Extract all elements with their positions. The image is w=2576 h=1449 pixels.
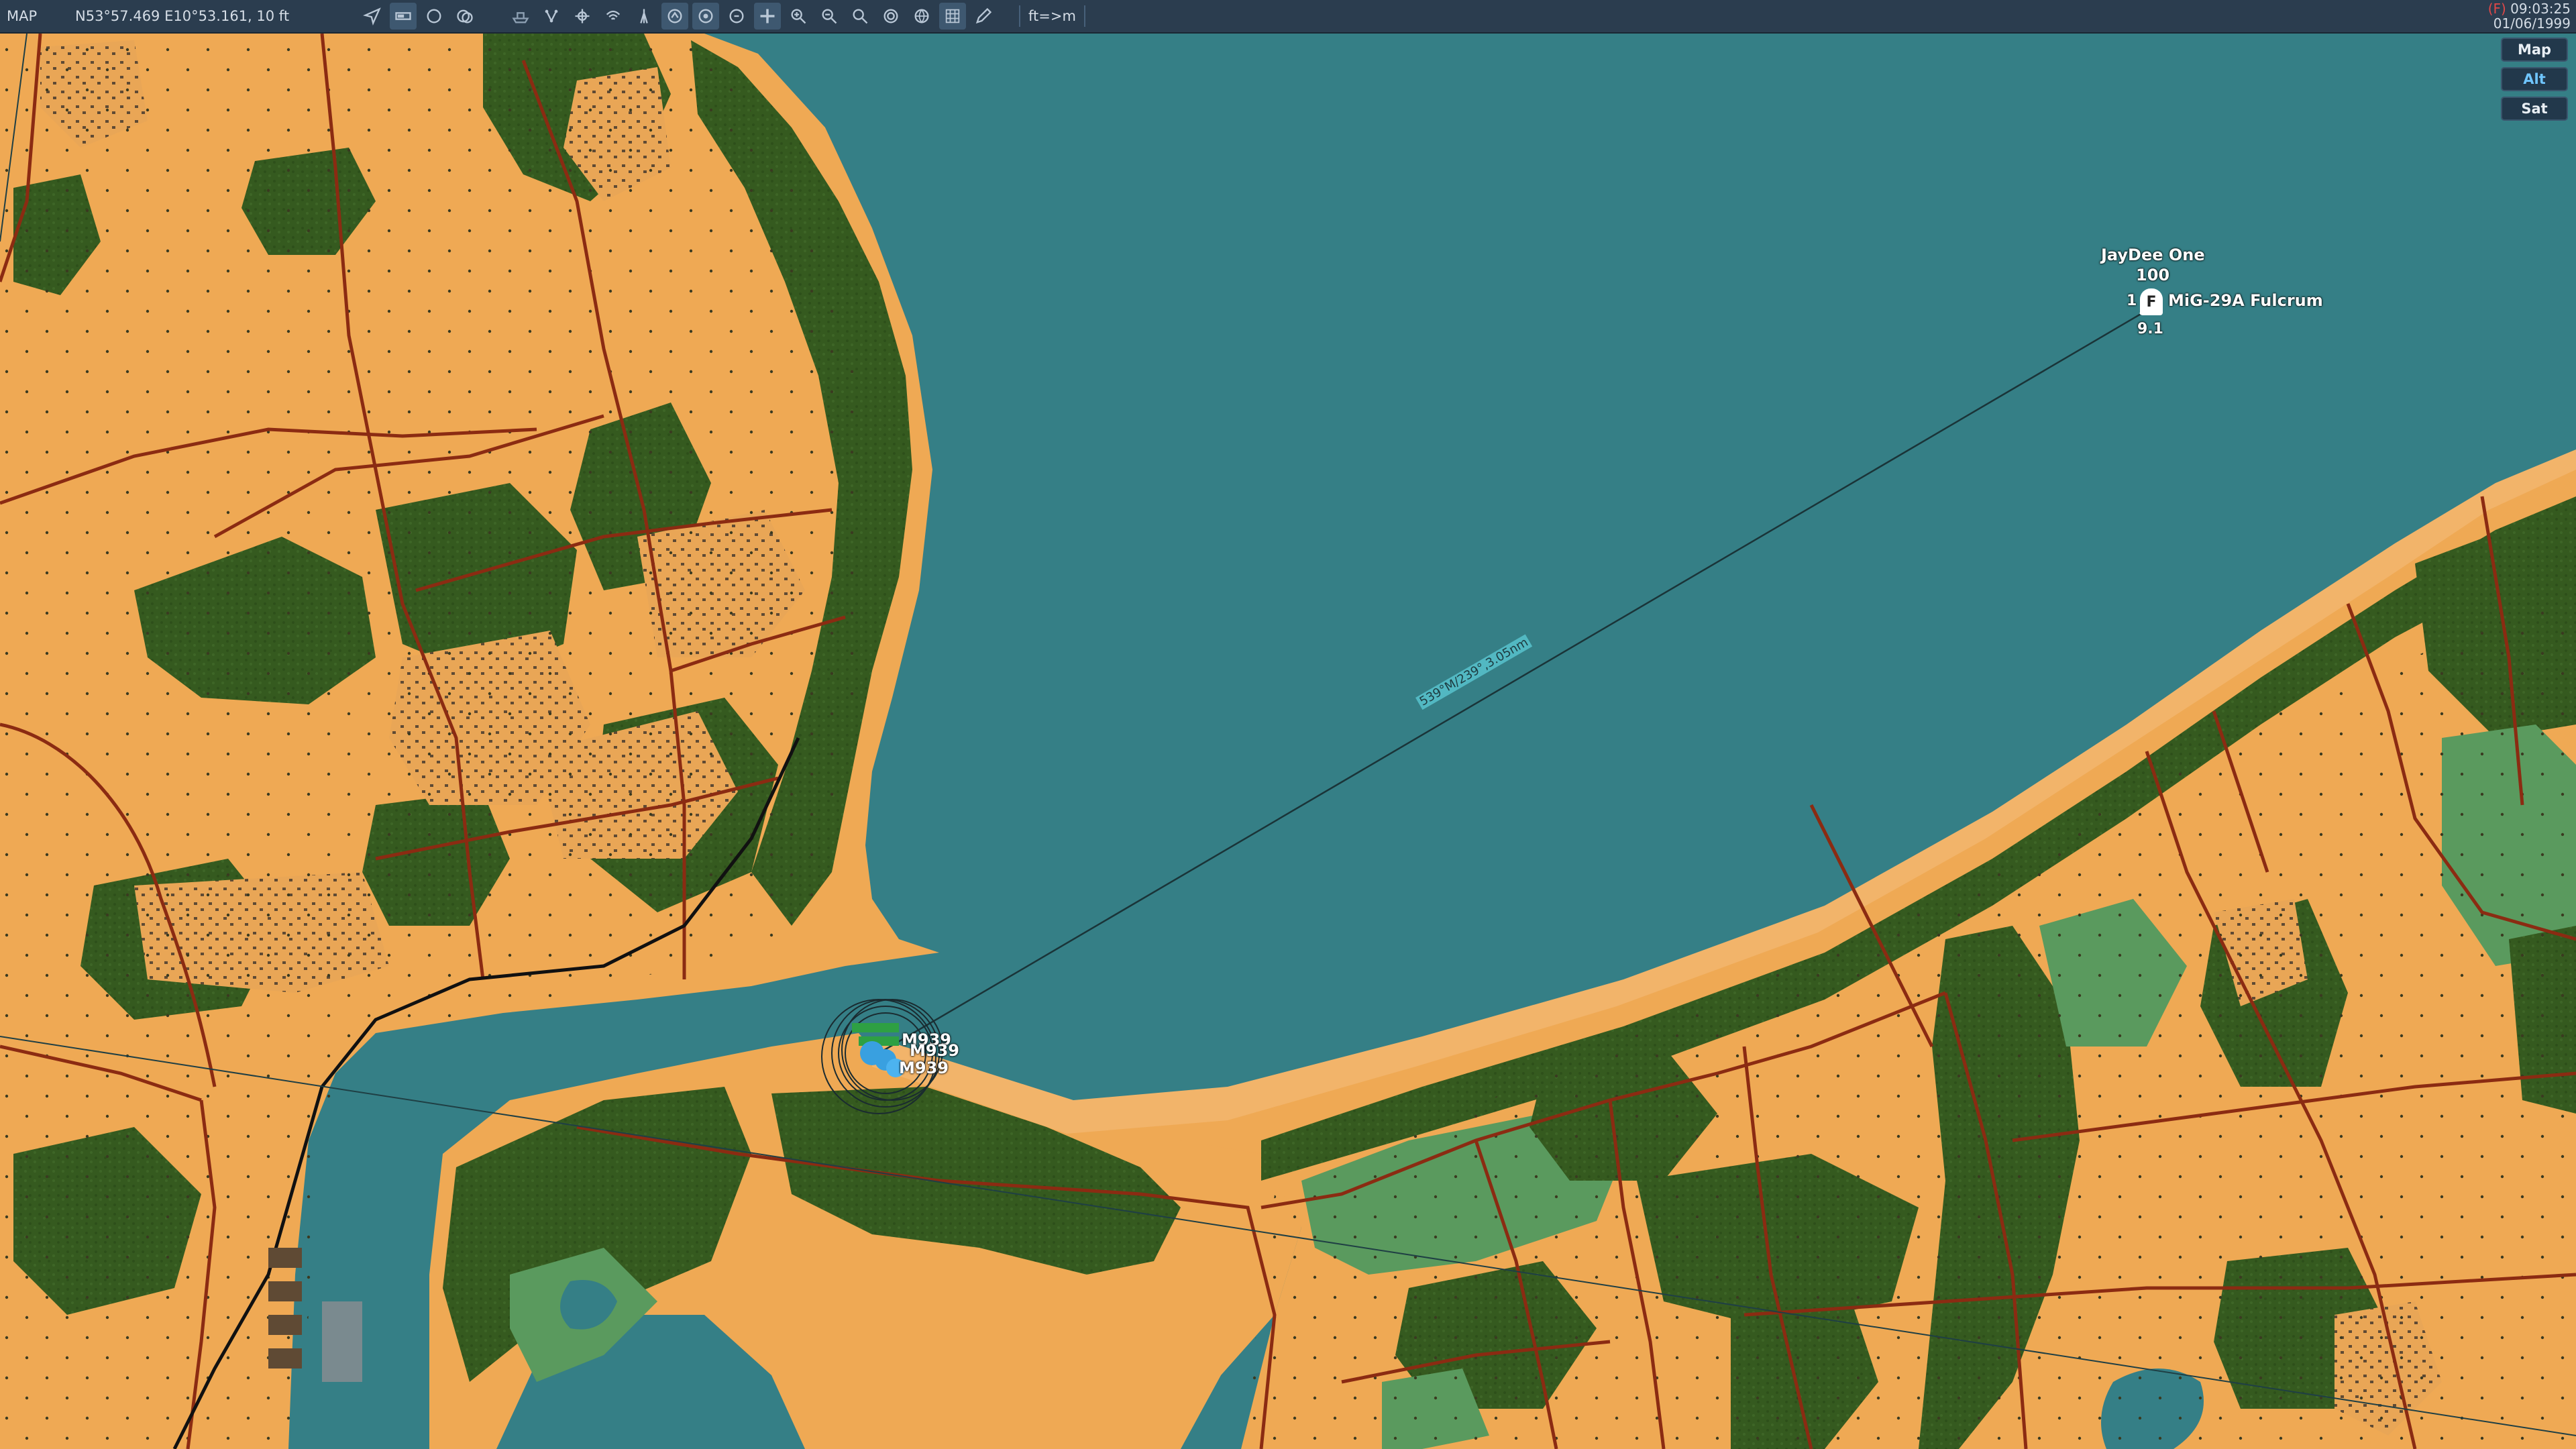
tower-icon[interactable]: [631, 3, 657, 30]
map-layer-switcher: Map Alt Sat: [2501, 38, 2568, 126]
aircraft-speed: 9.1: [2137, 321, 2163, 337]
zoom-fit-icon[interactable]: [847, 3, 873, 30]
aircraft-symbol-icon[interactable]: F: [2140, 288, 2163, 315]
mission-clock: (F) 09:03:25 01/06/1999: [2488, 1, 2571, 31]
layer-sat-button[interactable]: Sat: [2501, 97, 2568, 121]
map-mode-label: MAP: [7, 8, 38, 24]
pencil-icon[interactable]: [970, 3, 997, 30]
cursor-coordinates: N53°57.469 E10°53.161, 10 ft: [75, 8, 290, 24]
waypoint-icon[interactable]: [538, 3, 565, 30]
aircraft-type[interactable]: MiG-29A Fulcrum: [2168, 291, 2323, 310]
top-toolbar: MAP N53°57.469 E10°53.161, 10 ft ft=>m (…: [0, 0, 2576, 34]
circle-icon[interactable]: [421, 3, 447, 30]
target-icon[interactable]: [569, 3, 596, 30]
ground-unit-label-3[interactable]: M939: [899, 1059, 949, 1077]
compass-icon[interactable]: [877, 3, 904, 30]
track-unit-icon[interactable]: [723, 3, 750, 30]
center-icon[interactable]: [754, 3, 781, 30]
grid-icon[interactable]: [939, 3, 966, 30]
ruler-icon[interactable]: [390, 3, 417, 30]
track-alt-icon[interactable]: [692, 3, 719, 30]
aircraft-name[interactable]: JayDee One: [2101, 246, 2205, 264]
toolbar-icon-group: [357, 3, 999, 30]
navigate-icon[interactable]: [359, 3, 386, 30]
clock-time: 09:03:25: [2510, 1, 2571, 17]
clock-flag: (F): [2487, 1, 2506, 17]
ground-unit-label-2[interactable]: M939: [910, 1041, 959, 1060]
clock-date: 01/06/1999: [2493, 15, 2571, 32]
zoom-out-icon[interactable]: [816, 3, 843, 30]
track-icon[interactable]: [661, 3, 688, 30]
zoom-in-icon[interactable]: [785, 3, 812, 30]
aircraft-altitude: 100: [2136, 266, 2170, 284]
signal-icon[interactable]: [600, 3, 627, 30]
aircraft-count: 1: [2127, 292, 2137, 309]
layers-icon[interactable]: [451, 3, 478, 30]
units-toggle-button[interactable]: ft=>m: [1019, 5, 1085, 27]
layer-alt-button[interactable]: Alt: [2501, 67, 2568, 91]
globe-icon[interactable]: [908, 3, 935, 30]
terrain-map[interactable]: [0, 0, 2576, 1449]
aircraft-symbol-letter: F: [2146, 293, 2157, 311]
ship-icon[interactable]: [507, 3, 534, 30]
layer-map-button[interactable]: Map: [2501, 38, 2568, 62]
map-viewport[interactable]: 539°M/239°,3.05nm M939 M939 M939 JayDee …: [0, 0, 2576, 1449]
